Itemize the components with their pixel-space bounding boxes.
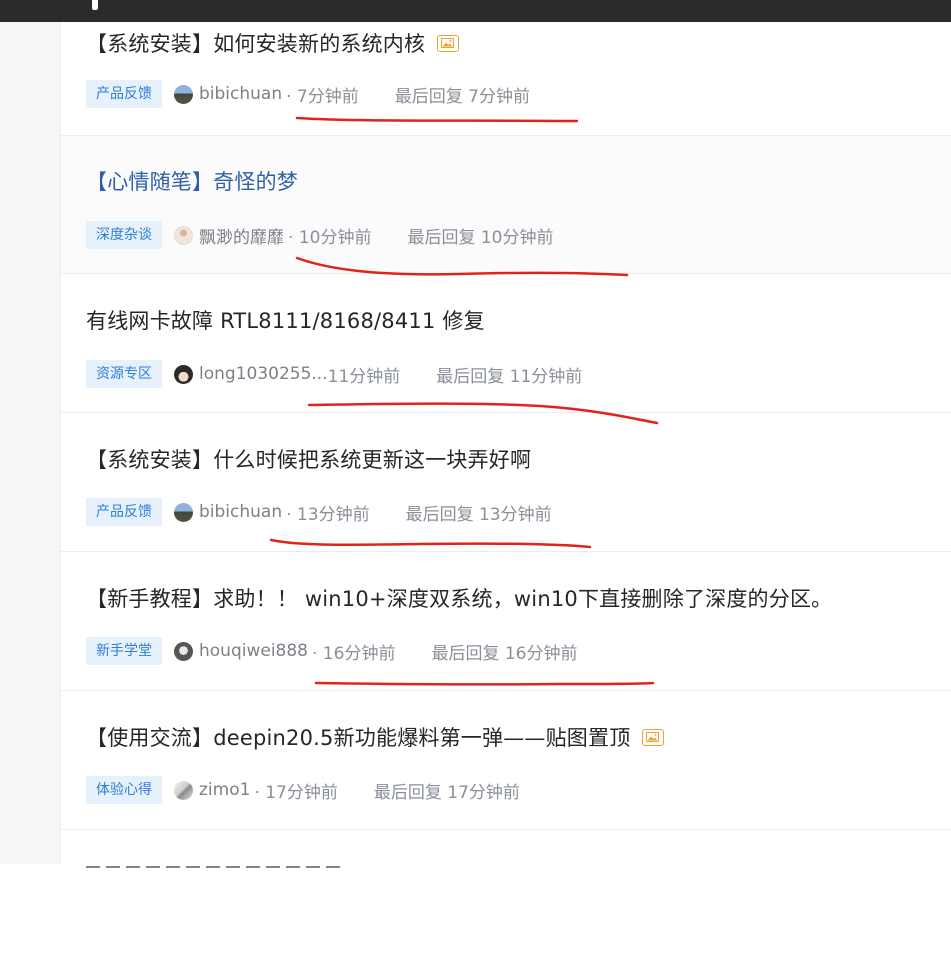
landscape-avatar[interactable] bbox=[174, 502, 193, 522]
post-item[interactable]: 【系统安装】如何安装新的系统内核 产品反馈 bibichuan · 7分钟前 最… bbox=[61, 0, 951, 136]
post-item[interactable]: 【使用交流】deepin20.5新功能爆料第一弹——贴图置顶 体验心得 zimo… bbox=[61, 692, 951, 830]
post-title-text[interactable]: 【使用交流】deepin20.5新功能爆料第一弹——贴图置顶 bbox=[86, 726, 630, 750]
post-title-link[interactable]: 【系统安装】什么时候把系统更新这一块弄好啊 bbox=[86, 444, 531, 474]
category-badge[interactable]: 深度杂谈 bbox=[86, 221, 162, 249]
post-time: · 16分钟前 bbox=[312, 643, 396, 664]
post-time: · 17分钟前 bbox=[254, 782, 338, 803]
author-link[interactable]: zimo1 bbox=[199, 780, 250, 800]
image-attachment-icon bbox=[437, 34, 460, 52]
last-reply-time[interactable]: 最后回复 13分钟前 bbox=[406, 500, 552, 525]
image-attachment-icon bbox=[642, 728, 665, 746]
post-meta: 体验心得 zimo1 · 17分钟前 最后回复 17分钟前 bbox=[86, 776, 520, 804]
post-item[interactable]: 【新手教程】求助！！ win10+深度双系统，win10下直接删除了深度的分区。… bbox=[61, 553, 951, 691]
post-time: · 7分钟前 bbox=[286, 86, 359, 107]
post-title-text[interactable]: 【系统安装】什么时候把系统更新这一块弄好啊 bbox=[86, 448, 531, 472]
post-meta: 产品反馈 bibichuan · 7分钟前 最后回复 7分钟前 bbox=[86, 80, 530, 108]
post-meta: 产品反馈 bibichuan · 13分钟前 最后回复 13分钟前 bbox=[86, 498, 552, 526]
post-item[interactable]: 【心情随笔】奇怪的梦 深度杂谈 飘渺的靡靡 · 10分钟前 最后回复 10分钟前 bbox=[61, 136, 951, 274]
category-badge[interactable]: 体验心得 bbox=[86, 776, 162, 804]
post-title-link[interactable]: 【系统安装】如何安装新的系统内核 bbox=[86, 28, 460, 58]
post-time: · 13分钟前 bbox=[286, 504, 370, 525]
post-time: · 10分钟前 bbox=[288, 227, 372, 248]
post-title-link[interactable]: 【使用交流】deepin20.5新功能爆料第一弹——贴图置顶 bbox=[86, 722, 665, 752]
post-item[interactable]: 【系统安装】什么时候把系统更新这一块弄好啊 产品反馈 bibichuan · 1… bbox=[61, 414, 951, 552]
author-link[interactable]: bibichuan bbox=[199, 84, 282, 104]
figure-avatar[interactable] bbox=[174, 225, 193, 245]
author-link[interactable]: long1030255... bbox=[199, 364, 328, 384]
feather-avatar[interactable] bbox=[174, 780, 193, 800]
post-title-text[interactable]: 有线网卡故障 RTL8111/8168/8411 修复 bbox=[86, 309, 485, 333]
post-title-text[interactable]: 【新手教程】求助！！ win10+深度双系统，win10下直接删除了深度的分区。 bbox=[86, 587, 832, 611]
post-title-text[interactable]: 【系统安装】如何安装新的系统内核 bbox=[86, 32, 425, 56]
category-badge[interactable]: 产品反馈 bbox=[86, 80, 162, 108]
last-reply-time[interactable]: 最后回复 7分钟前 bbox=[395, 82, 530, 107]
author-link[interactable]: bibichuan bbox=[199, 502, 282, 522]
person-avatar[interactable] bbox=[174, 641, 193, 661]
author-link[interactable]: 飘渺的靡靡 bbox=[199, 223, 284, 248]
landscape-avatar[interactable] bbox=[174, 84, 193, 104]
left-sidebar bbox=[0, 22, 61, 864]
category-badge[interactable]: 产品反馈 bbox=[86, 498, 162, 526]
post-meta: 资源专区 long1030255... 11分钟前 最后回复 11分钟前 bbox=[86, 360, 582, 388]
post-list: 【系统安装】如何安装新的系统内核 产品反馈 bibichuan · 7分钟前 最… bbox=[61, 22, 951, 868]
post-title-partial[interactable] bbox=[86, 860, 386, 872]
post-meta: 深度杂谈 飘渺的靡靡 · 10分钟前 最后回复 10分钟前 bbox=[86, 221, 554, 249]
category-badge[interactable]: 资源专区 bbox=[86, 360, 162, 388]
post-time: 11分钟前 bbox=[327, 366, 401, 387]
last-reply-time[interactable]: 最后回复 17分钟前 bbox=[374, 778, 520, 803]
post-title-link[interactable]: 【心情随笔】奇怪的梦 bbox=[86, 166, 298, 196]
post-title-link[interactable]: 【新手教程】求助！！ win10+深度双系统，win10下直接删除了深度的分区。 bbox=[86, 583, 832, 613]
category-badge[interactable]: 新手学堂 bbox=[86, 637, 162, 665]
post-title-text[interactable]: 【心情随笔】奇怪的梦 bbox=[86, 170, 298, 194]
post-meta: 新手学堂 houqiwei888 · 16分钟前 最后回复 16分钟前 bbox=[86, 637, 578, 665]
post-item[interactable] bbox=[61, 831, 951, 969]
post-title-link[interactable]: 有线网卡故障 RTL8111/8168/8411 修复 bbox=[86, 305, 485, 335]
last-reply-time[interactable]: 最后回复 11分钟前 bbox=[436, 362, 582, 387]
face-avatar[interactable] bbox=[174, 364, 193, 384]
post-item[interactable]: 有线网卡故障 RTL8111/8168/8411 修复 资源专区 long103… bbox=[61, 275, 951, 413]
last-reply-time[interactable]: 最后回复 10分钟前 bbox=[407, 223, 553, 248]
last-reply-time[interactable]: 最后回复 16分钟前 bbox=[431, 639, 577, 664]
author-link[interactable]: houqiwei888 bbox=[199, 641, 308, 661]
